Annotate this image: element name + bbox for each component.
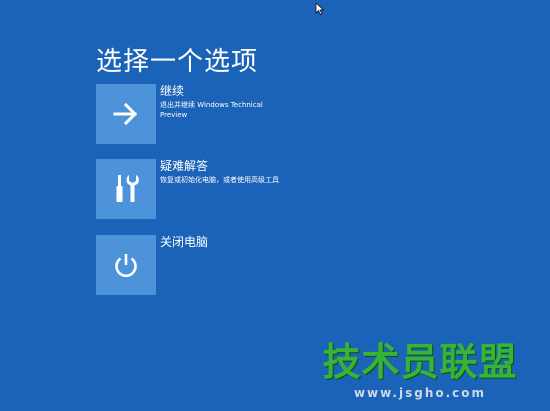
troubleshoot-option[interactable]: 疑难解答 恢复或初始化电脑，或者使用高级工具 bbox=[96, 159, 396, 219]
site-watermark: 技术员联盟 www.jsgho.com bbox=[320, 342, 520, 400]
tools-icon bbox=[112, 174, 140, 204]
watermark-url: www.jsgho.com bbox=[353, 386, 487, 400]
shutdown-label: 关闭电脑 bbox=[160, 235, 209, 249]
watermark-logo-text: 技术员联盟 bbox=[322, 340, 518, 384]
troubleshoot-description: 恢复或初始化电脑，或者使用高级工具 bbox=[160, 176, 279, 184]
shutdown-tile[interactable] bbox=[96, 235, 156, 295]
continue-description: 退出并继续 Windows Technical Preview bbox=[160, 101, 263, 119]
arrow-right-icon bbox=[113, 103, 139, 125]
troubleshoot-label: 疑难解答 bbox=[160, 159, 209, 173]
power-icon bbox=[112, 251, 140, 279]
continue-option[interactable]: 继续 退出并继续 Windows Technical Preview bbox=[96, 84, 396, 144]
page-title: 选择一个选项 bbox=[96, 47, 259, 78]
continue-label: 继续 bbox=[160, 84, 185, 98]
mouse-cursor-icon bbox=[315, 0, 325, 19]
troubleshoot-tile[interactable] bbox=[96, 159, 156, 219]
shutdown-option[interactable]: 关闭电脑 bbox=[96, 235, 396, 295]
continue-tile[interactable] bbox=[96, 84, 156, 144]
